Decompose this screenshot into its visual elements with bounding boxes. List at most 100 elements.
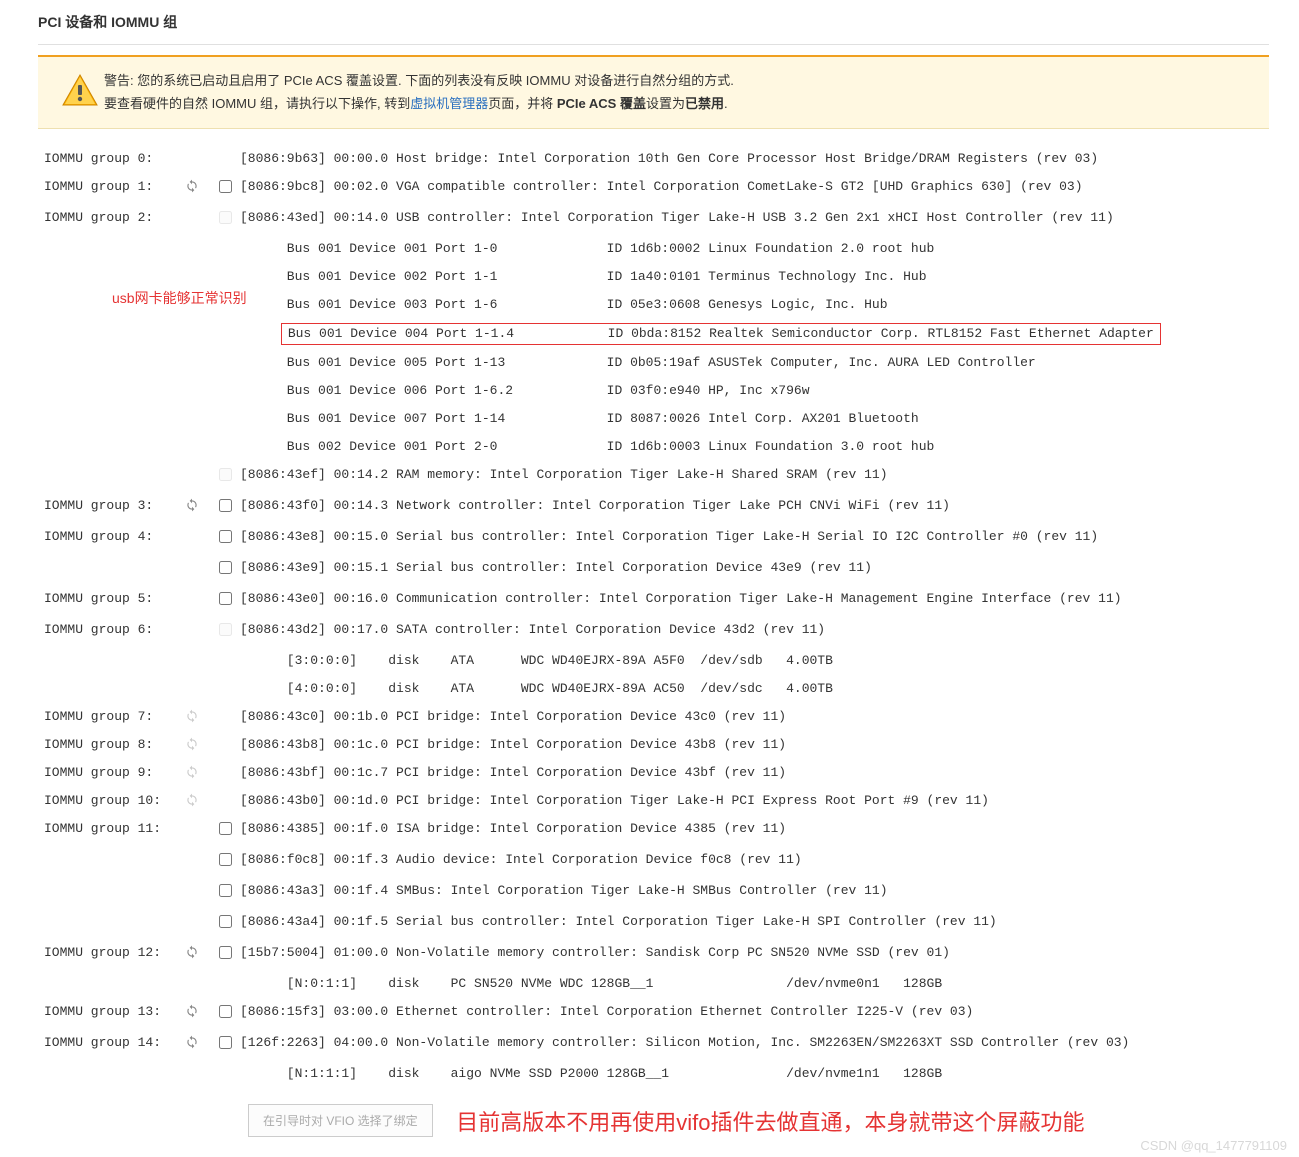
device-checkbox[interactable] (219, 530, 232, 543)
device-checkbox (219, 623, 232, 636)
warning-icon (56, 71, 104, 111)
group-label: IOMMU group 1: (38, 177, 174, 197)
warning-message: 警告: 您的系统已启动且启用了 PCIe ACS 覆盖设置. 下面的列表没有反映… (104, 69, 1251, 116)
refresh-icon[interactable] (185, 498, 199, 513)
iommu-row: IOMMU group 1: [8086:9bc8] 00:02.0 VGA c… (38, 173, 1269, 204)
device-text: [15b7:5004] 01:00.0 Non-Volatile memory … (240, 943, 1269, 963)
device-text: [126f:2263] 04:00.0 Non-Volatile memory … (240, 1033, 1269, 1053)
device-checkbox[interactable] (219, 884, 232, 897)
annot-usb-nic: usb网卡能够正常识别 (112, 288, 247, 308)
device-text: [8086:43e9] 00:15.1 Serial bus controlle… (240, 558, 1269, 578)
device-checkbox[interactable] (219, 499, 232, 512)
refresh-icon[interactable] (185, 765, 199, 780)
refresh-icon[interactable] (185, 709, 199, 724)
iommu-row: IOMMU group 0: [8086:9b63] 00:00.0 Host b… (38, 145, 1269, 173)
refresh-icon[interactable] (185, 945, 199, 960)
device-text: [8086:43ed] 00:14.0 USB controller: Inte… (240, 208, 1269, 228)
device-text: Bus 001 Device 001 Port 1-0 ID 1d6b:0002… (240, 239, 1269, 259)
group-label: IOMMU group 3: (38, 496, 174, 516)
iommu-row: IOMMU group 3: [8086:43f0] 00:14.3 Netwo… (38, 492, 1269, 523)
refresh-icon[interactable] (185, 1035, 199, 1050)
iommu-row: Bus 001 Device 002 Port 1-1 ID 1a40:0101… (38, 263, 1269, 291)
iommu-row: IOMMU group 2: [8086:43ed] 00:14.0 USB co… (38, 204, 1269, 235)
device-text: [8086:43b8] 00:1c.0 PCI bridge: Intel Co… (240, 735, 1269, 755)
iommu-row: IOMMU group 14: [126f:2263] 04:00.0 Non-… (38, 1029, 1269, 1060)
iommu-row: Bus 001 Device 004 Port 1-1.4 ID 0bda:81… (38, 319, 1269, 349)
group-label: IOMMU group 0: (38, 149, 174, 169)
group-label: IOMMU group 11: (38, 819, 174, 839)
iommu-row: Bus 001 Device 007 Port 1-14 ID 8087:002… (38, 405, 1269, 433)
device-text: Bus 002 Device 001 Port 2-0 ID 1d6b:0003… (240, 437, 1269, 457)
device-checkbox[interactable] (219, 1005, 232, 1018)
device-text: Bus 001 Device 004 Port 1-1.4 ID 0bda:81… (240, 323, 1269, 345)
device-text: [8086:43e8] 00:15.0 Serial bus controlle… (240, 527, 1269, 547)
device-checkbox[interactable] (219, 853, 232, 866)
iommu-row: IOMMU group 9: [8086:43bf] 00:1c.7 PCI b… (38, 759, 1269, 787)
vfio-bind-button[interactable]: 在引导时对 VFIO 选择了绑定 (248, 1104, 433, 1137)
device-text: [8086:9b63] 00:00.0 Host bridge: Intel C… (240, 149, 1269, 169)
watermark: CSDN @qq_1477791109 (1140, 1138, 1287, 1153)
device-text: Bus 001 Device 007 Port 1-14 ID 8087:002… (240, 409, 1269, 429)
iommu-row: IOMMU group 8: [8086:43b8] 00:1c.0 PCI b… (38, 731, 1269, 759)
device-text: [N:1:1:1] disk aigo NVMe SSD P2000 128GB… (240, 1064, 1269, 1084)
iommu-row: IOMMU group 4: [8086:43e8] 00:15.0 Serial… (38, 523, 1269, 554)
device-text: [8086:9bc8] 00:02.0 VGA compatible contr… (240, 177, 1269, 197)
iommu-row: [N:0:1:1] disk PC SN520 NVMe WDC 128GB__… (38, 970, 1269, 998)
device-checkbox (219, 211, 232, 224)
device-checkbox[interactable] (219, 915, 232, 928)
iommu-row: IOMMU group 5:[8086:43e0] 00:16.0 Commun… (38, 585, 1269, 616)
iommu-row: IOMMU group 13: [8086:15f3] 03:00.0 Ethe… (38, 998, 1269, 1029)
iommu-row: Bus 001 Device 006 Port 1-6.2 ID 03f0:e9… (38, 377, 1269, 405)
vm-manager-link[interactable]: 虚拟机管理器 (410, 96, 488, 111)
device-text: [8086:4385] 00:1f.0 ISA bridge: Intel Co… (240, 819, 1269, 839)
refresh-icon[interactable] (185, 793, 199, 808)
iommu-row: [8086:43a3] 00:1f.4 SMBus: Intel Corpora… (38, 877, 1269, 908)
device-checkbox[interactable] (219, 946, 232, 959)
iommu-row: [4:0:0:0] disk ATA WDC WD40EJRX-89A AC50… (38, 675, 1269, 703)
refresh-icon[interactable] (185, 1004, 199, 1019)
page-title: PCI 设备和 IOMMU 组 (38, 12, 1269, 32)
iommu-row: [3:0:0:0] disk ATA WDC WD40EJRX-89A A5F0… (38, 647, 1269, 675)
device-checkbox[interactable] (219, 822, 232, 835)
device-text: Bus 001 Device 006 Port 1-6.2 ID 03f0:e9… (240, 381, 1269, 401)
device-text: [8086:43c0] 00:1b.0 PCI bridge: Intel Co… (240, 707, 1269, 727)
iommu-row: IOMMU group 10: [8086:43b0] 00:1d.0 PCI … (38, 787, 1269, 815)
device-text: [N:0:1:1] disk PC SN520 NVMe WDC 128GB__… (240, 974, 1269, 994)
device-text: [8086:43a3] 00:1f.4 SMBus: Intel Corpora… (240, 881, 1269, 901)
iommu-row: [N:1:1:1] disk aigo NVMe SSD P2000 128GB… (38, 1060, 1269, 1088)
refresh-icon[interactable] (185, 737, 199, 752)
device-checkbox (219, 468, 232, 481)
iommu-row: Bus 001 Device 001 Port 1-0 ID 1d6b:0002… (38, 235, 1269, 263)
iommu-groups-list: IOMMU group 0: [8086:9b63] 00:00.0 Host b… (38, 145, 1269, 1088)
iommu-row: [8086:43e9] 00:15.1 Serial bus controlle… (38, 554, 1269, 585)
refresh-icon[interactable] (185, 179, 199, 194)
group-label: IOMMU group 4: (38, 527, 174, 547)
divider (38, 44, 1269, 45)
device-checkbox[interactable] (219, 1036, 232, 1049)
device-text: [8086:43a4] 00:1f.5 Serial bus controlle… (240, 912, 1269, 932)
group-label: IOMMU group 10: (38, 791, 174, 811)
device-text: [3:0:0:0] disk ATA WDC WD40EJRX-89A A5F0… (240, 651, 1269, 671)
device-text: [8086:43d2] 00:17.0 SATA controller: Int… (240, 620, 1269, 640)
device-text: Bus 001 Device 005 Port 1-13 ID 0b05:19a… (240, 353, 1269, 373)
group-label: IOMMU group 7: (38, 707, 174, 727)
device-text: [8086:43ef] 00:14.2 RAM memory: Intel Co… (240, 465, 1269, 485)
group-label: IOMMU group 9: (38, 763, 174, 783)
group-label: IOMMU group 5: (38, 589, 174, 609)
iommu-row: [8086:43ef] 00:14.2 RAM memory: Intel Co… (38, 461, 1269, 492)
device-checkbox[interactable] (219, 561, 232, 574)
iommu-row: [8086:43a4] 00:1f.5 Serial bus controlle… (38, 908, 1269, 939)
group-label: IOMMU group 13: (38, 1002, 174, 1022)
iommu-row: [8086:f0c8] 00:1f.3 Audio device: Intel … (38, 846, 1269, 877)
device-text: [8086:43bf] 00:1c.7 PCI bridge: Intel Co… (240, 763, 1269, 783)
iommu-row: IOMMU group 6: [8086:43d2] 00:17.0 SATA c… (38, 616, 1269, 647)
iommu-row: IOMMU group 11: [8086:4385] 00:1f.0 ISA b… (38, 815, 1269, 846)
group-label: IOMMU group 6: (38, 620, 174, 640)
iommu-row: IOMMU group 7: [8086:43c0] 00:1b.0 PCI b… (38, 703, 1269, 731)
warning-alert: 警告: 您的系统已启动且启用了 PCIe ACS 覆盖设置. 下面的列表没有反映… (38, 55, 1269, 129)
device-text: [8086:f0c8] 00:1f.3 Audio device: Intel … (240, 850, 1269, 870)
group-label: IOMMU group 2: (38, 208, 174, 228)
group-label: IOMMU group 14: (38, 1033, 174, 1053)
device-checkbox[interactable] (219, 180, 232, 193)
device-checkbox[interactable] (219, 592, 232, 605)
